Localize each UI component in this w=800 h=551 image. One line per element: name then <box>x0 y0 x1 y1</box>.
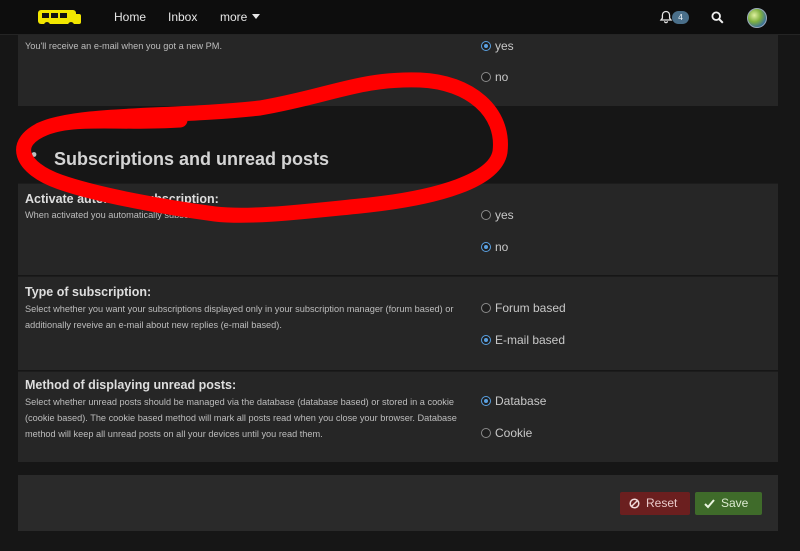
option-label: E-mail based <box>495 333 566 347</box>
option-label: Forum based <box>495 301 566 315</box>
unread-posts-method-row: Method of displaying unread posts: Selec… <box>18 371 778 462</box>
nav-more-label: more <box>220 10 248 24</box>
cookie-option[interactable]: Cookie <box>481 426 532 440</box>
forum-based-option[interactable]: Forum based <box>481 301 566 315</box>
database-option[interactable]: Database <box>481 394 546 408</box>
site-logo-icon[interactable] <box>37 7 83 29</box>
ban-icon <box>629 498 640 509</box>
chevron-down-icon <box>252 14 261 19</box>
radio-unchecked-icon[interactable] <box>481 428 491 438</box>
option-label: Cookie <box>495 426 533 440</box>
radio-checked-icon[interactable] <box>481 335 491 345</box>
reset-button[interactable]: Reset <box>620 492 690 515</box>
email-on-pm-no-option[interactable]: no <box>481 70 508 84</box>
nav-home-link[interactable]: Home <box>114 10 146 24</box>
auto-subscription-no-option[interactable]: no <box>481 240 508 254</box>
option-label: no <box>495 70 509 84</box>
option-label: Database <box>495 394 547 408</box>
top-navigation-bar: Home Inbox more 4 <box>0 0 800 35</box>
nav-inbox-link[interactable]: Inbox <box>168 10 197 24</box>
option-label: no <box>495 240 509 254</box>
radio-checked-icon[interactable] <box>481 41 491 51</box>
users-icon <box>23 152 37 164</box>
user-avatar[interactable] <box>747 8 767 28</box>
check-icon <box>704 499 715 509</box>
auto-subscription-row: Activate automatic subscription: When ac… <box>18 183 778 275</box>
save-button-label: Save <box>721 496 749 510</box>
auto-subscription-description: When activated you automatically subscri… <box>25 210 294 220</box>
subscription-type-description: Select whether you want your subscriptio… <box>25 304 454 330</box>
bell-icon[interactable] <box>659 10 673 24</box>
option-label: yes <box>495 39 514 53</box>
radio-unchecked-icon[interactable] <box>481 303 491 313</box>
save-button[interactable]: Save <box>695 492 762 515</box>
subscription-type-row: Type of subscription: Select whether you… <box>18 276 778 370</box>
subscription-type-title: Type of subscription: <box>25 285 152 299</box>
radio-unchecked-icon[interactable] <box>481 210 491 220</box>
radio-unchecked-icon[interactable] <box>481 72 491 82</box>
email-on-pm-description: You'll receive an e-mail when you got a … <box>25 41 223 51</box>
auto-subscription-yes-option[interactable]: yes <box>481 208 514 222</box>
form-actions-bar: Reset Save <box>18 475 778 531</box>
option-label: yes <box>495 208 514 222</box>
radio-checked-icon[interactable] <box>481 242 491 252</box>
section-title: Subscriptions and unread posts <box>54 149 330 169</box>
unread-posts-method-description: Select whether unread posts should be ma… <box>25 397 457 439</box>
nav-more-dropdown[interactable]: more <box>220 10 261 24</box>
email-on-pm-yes-option[interactable]: yes <box>481 39 514 53</box>
notification-count-badge[interactable]: 4 <box>672 11 689 24</box>
email-based-option[interactable]: E-mail based <box>481 333 565 347</box>
radio-checked-icon[interactable] <box>481 396 491 406</box>
unread-posts-method-title: Method of displaying unread posts: <box>25 378 237 392</box>
search-icon[interactable] <box>711 11 724 24</box>
auto-subscription-title: Activate automatic subscription: <box>25 192 219 206</box>
reset-button-label: Reset <box>646 496 678 510</box>
email-on-pm-panel: You'll receive an e-mail when you got a … <box>18 35 778 106</box>
